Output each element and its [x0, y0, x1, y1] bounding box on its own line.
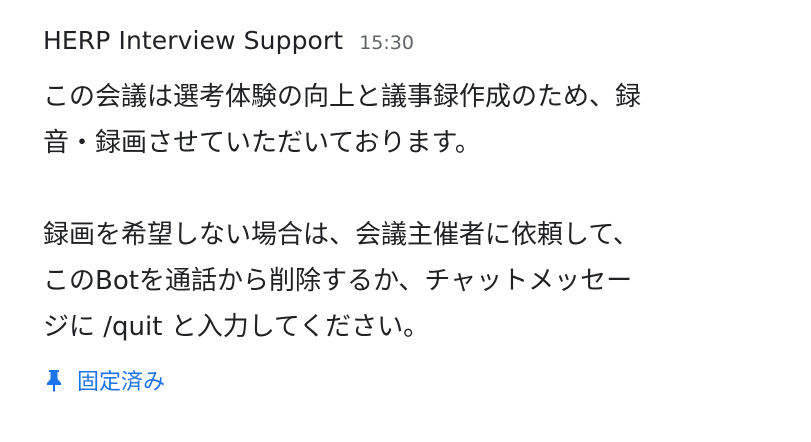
message-timestamp: 15:30 — [359, 32, 414, 54]
pinned-label: 固定済み — [77, 370, 166, 395]
message-body: この会議は選考体験の向上と議事録作成のため、録 音・録画させていただいております… — [43, 74, 793, 350]
message-line: 録画を希望しない場合は、会議主催者に依頼して、 — [43, 220, 639, 250]
message-line: このBotを通話から削除するか、チャットメッセー — [43, 266, 633, 296]
pinned-indicator[interactable]: 固定済み — [43, 364, 165, 396]
message-line: この会議は選考体験の向上と議事録作成のため、録 — [43, 82, 642, 112]
message-line: 音・録画させていただいております。 — [43, 128, 481, 158]
message-paragraph: この会議は選考体験の向上と議事録作成のため、録 音・録画させていただいております… — [43, 74, 793, 166]
message-line: ジに /quit と入力してください。 — [43, 312, 430, 342]
message-paragraph: 録画を希望しない場合は、会議主催者に依頼して、 このBotを通話から削除するか、… — [43, 212, 793, 350]
message-header: HERP Interview Support 15:30 — [43, 26, 793, 66]
chat-message: HERP Interview Support 15:30 この会議は選考体験の向… — [43, 26, 793, 395]
pin-icon — [43, 367, 65, 393]
sender-name[interactable]: HERP Interview Support — [43, 26, 343, 55]
